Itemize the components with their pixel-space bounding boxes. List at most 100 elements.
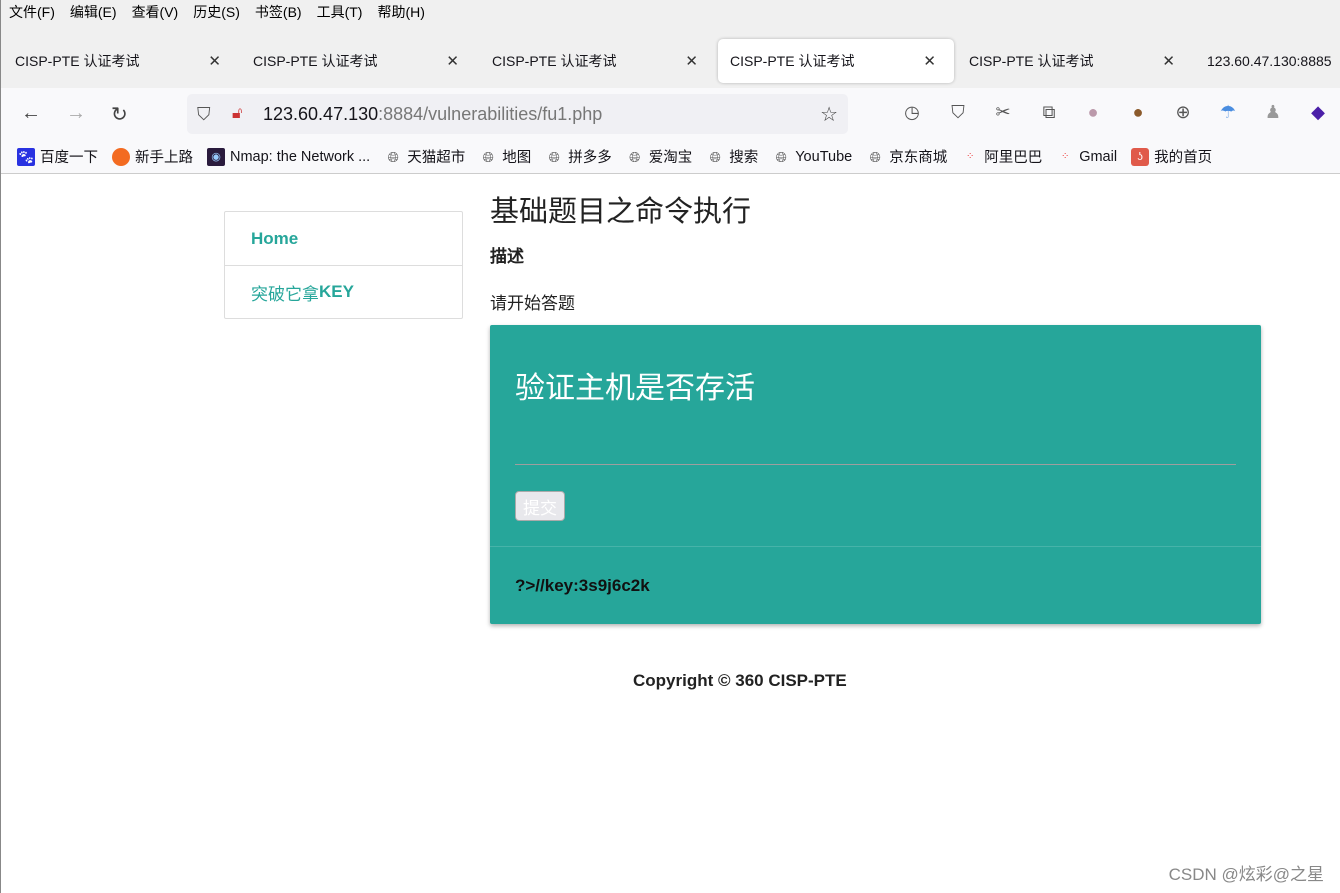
bookmark[interactable]: 🌐︎ 地图: [479, 146, 532, 167]
sidebar: Home 突破它拿 KEY: [224, 211, 463, 319]
tab[interactable]: CISP-PTE 认证考试 ✕: [957, 38, 1193, 84]
tab-label: CISP-PTE 认证考试: [492, 53, 617, 69]
watermark: CSDN @炫彩@之星: [1168, 865, 1324, 884]
sidebar-item-home[interactable]: Home: [225, 212, 462, 265]
screenshot-icon[interactable]: ✂: [991, 102, 1015, 123]
bookmark-label: 爱淘宝: [648, 150, 693, 166]
sidebar-label: Home: [251, 228, 299, 248]
main-content: 基础题目之命令执行 描述 请开始答题: [490, 188, 751, 314]
bookmark[interactable]: ʖ 我的首页: [1131, 146, 1212, 167]
close-icon[interactable]: ✕: [446, 52, 459, 70]
tab-label: CISP-PTE 认证考试: [969, 53, 1094, 69]
nav-bar: ← → ↻ ⛉ 🔓︎ 123.60.47.130:8884/vulnerabil…: [1, 88, 1340, 140]
baidu-icon: 🐾︎: [17, 147, 35, 166]
tab-label: CISP-PTE 认证考试: [253, 53, 378, 69]
bookmarks-bar: 🐾︎ 百度一下 新手上路 ◉ Nmap: the Network ... 🌐︎ 天猫超…: [1, 140, 1340, 174]
menu-bar: 文件(F) 编辑(E) 查看(V) 历史(S) 书签(B) 工具(T) 帮助(H…: [1, 0, 1340, 24]
bookmark[interactable]: ⁘ Gmail: [1056, 148, 1117, 166]
tab-label: 123.60.47.130:8885: [1207, 53, 1332, 69]
loading-dots-icon: ⁘: [966, 150, 975, 162]
globe-icon: 🌐︎: [629, 148, 641, 165]
pocket-icon[interactable]: ⛉: [946, 102, 970, 123]
spy-icon[interactable]: ♟: [1261, 102, 1285, 123]
challenge-card: 验证主机是否存活 提交 ?>//key:3s9j6c2k: [490, 325, 1261, 624]
menu-bookmarks[interactable]: 书签(B): [255, 2, 302, 22]
close-icon[interactable]: ✕: [1162, 52, 1175, 70]
tab[interactable]: CISP-PTE 认证考试 ✕: [3, 38, 239, 84]
reload-icon[interactable]: ↻: [111, 102, 128, 127]
sidebar-item-key[interactable]: 突破它拿 KEY: [225, 265, 462, 318]
firefox-icon: [112, 147, 130, 166]
url-host: 123.60.47.130: [263, 103, 379, 124]
tab-label: CISP-PTE 认证考试: [15, 53, 140, 69]
homepage-icon: ʖ: [1131, 147, 1150, 166]
bookmark[interactable]: 🌐︎ 爱淘宝: [626, 146, 693, 167]
bookmark-label: 天猫超市: [407, 150, 466, 166]
bookmark-label: 百度一下: [40, 150, 98, 166]
bookmark[interactable]: 🌐︎ YouTube: [772, 148, 853, 166]
bookmark[interactable]: ⁘ 阿里巴巴: [961, 146, 1042, 167]
bookmark[interactable]: 🌐︎ 天猫超市: [384, 146, 466, 167]
tab[interactable]: 123.60.47.130:8885: [1195, 38, 1340, 84]
loading-dots-icon: ⁘: [1061, 150, 1070, 162]
card-title: 验证主机是否存活: [515, 372, 755, 405]
bookmark-label: 拼多多: [568, 150, 612, 166]
close-icon[interactable]: ✕: [685, 52, 698, 70]
tab-active[interactable]: CISP-PTE 认证考试 ✕: [718, 39, 954, 83]
bookmark-label: Gmail: [1079, 148, 1118, 165]
globe-icon: 🌐︎: [387, 148, 399, 165]
intro-text: 请开始答题: [490, 294, 575, 313]
close-icon[interactable]: ✕: [208, 52, 221, 70]
bookmark-label: 我的首页: [1154, 150, 1213, 166]
extension-icon[interactable]: ●: [1081, 102, 1105, 123]
page-title: 基础题目之命令执行: [490, 196, 752, 228]
globe-icon: 🌐︎: [482, 148, 494, 165]
divider: [490, 546, 1261, 547]
bookmark[interactable]: 新手上路: [112, 146, 193, 167]
forward-icon[interactable]: →: [66, 102, 86, 125]
menu-file[interactable]: 文件(F): [9, 2, 55, 22]
bookmark-label: 新手上路: [135, 150, 193, 166]
tab-label: CISP-PTE 认证考试: [730, 53, 855, 69]
back-icon[interactable]: ←: [21, 102, 41, 125]
bookmark[interactable]: ◉ Nmap: the Network ...: [207, 147, 371, 166]
cookie-icon[interactable]: ●: [1126, 102, 1150, 123]
tab[interactable]: CISP-PTE 认证考试 ✕: [241, 38, 477, 84]
bookmark[interactable]: 🌐︎ 拼多多: [545, 146, 612, 167]
nmap-eye-icon: ◉: [207, 147, 225, 166]
description-heading: 描述: [490, 247, 524, 266]
url-bar[interactable]: ⛉ 🔓︎ 123.60.47.130:8884/vulnerabilities/…: [187, 94, 848, 134]
menu-view[interactable]: 查看(V): [132, 2, 179, 22]
proxy-icon[interactable]: ☂: [1216, 102, 1240, 123]
tab[interactable]: CISP-PTE 认证考试 ✕: [480, 38, 716, 84]
star-icon[interactable]: ☆: [820, 102, 838, 127]
globe-icon[interactable]: ⊕: [1171, 102, 1195, 123]
close-icon[interactable]: ✕: [923, 52, 936, 70]
url-path: :8884/vulnerabilities/fu1.php: [378, 103, 603, 124]
globe-icon: 🌐︎: [548, 148, 560, 165]
insecure-lock-icon[interactable]: 🔓︎: [232, 105, 242, 123]
history-icon[interactable]: ◷: [900, 102, 924, 123]
sidebar-label: 突破它拿: [251, 284, 319, 304]
bookmark[interactable]: 🌐︎ 搜索: [706, 146, 759, 167]
menu-history[interactable]: 历史(S): [193, 2, 240, 22]
bookmark[interactable]: 🌐︎ 京东商城: [866, 146, 948, 167]
menu-help[interactable]: 帮助(H): [377, 2, 424, 22]
layers-icon[interactable]: ◆: [1306, 102, 1330, 123]
tab-bar: CISP-PTE 认证考试 ✕ CISP-PTE 认证考试 ✕ CISP-PTE 认…: [1, 24, 1340, 88]
menu-edit[interactable]: 编辑(E): [70, 2, 117, 22]
bookmark-label: 搜索: [729, 150, 759, 166]
footer-copyright: Copyright © 360 CISP-PTE: [633, 671, 847, 690]
globe-icon: 🌐︎: [775, 148, 787, 165]
bookmark[interactable]: 🐾︎ 百度一下: [17, 146, 98, 167]
menu-tools[interactable]: 工具(T): [317, 2, 363, 22]
bookmark-label: Nmap: the Network ...: [230, 148, 371, 165]
bookmark-label: 阿里巴巴: [984, 150, 1043, 166]
shield-icon[interactable]: ⛉: [197, 104, 211, 125]
submit-button[interactable]: 提交: [515, 491, 565, 521]
key-output: ?>//key:3s9j6c2k: [515, 576, 650, 595]
globe-icon: 🌐︎: [709, 148, 721, 165]
extensions-icon[interactable]: ⧉: [1037, 102, 1061, 123]
sidebar-label: KEY: [319, 282, 354, 301]
host-input[interactable]: [515, 464, 1236, 465]
